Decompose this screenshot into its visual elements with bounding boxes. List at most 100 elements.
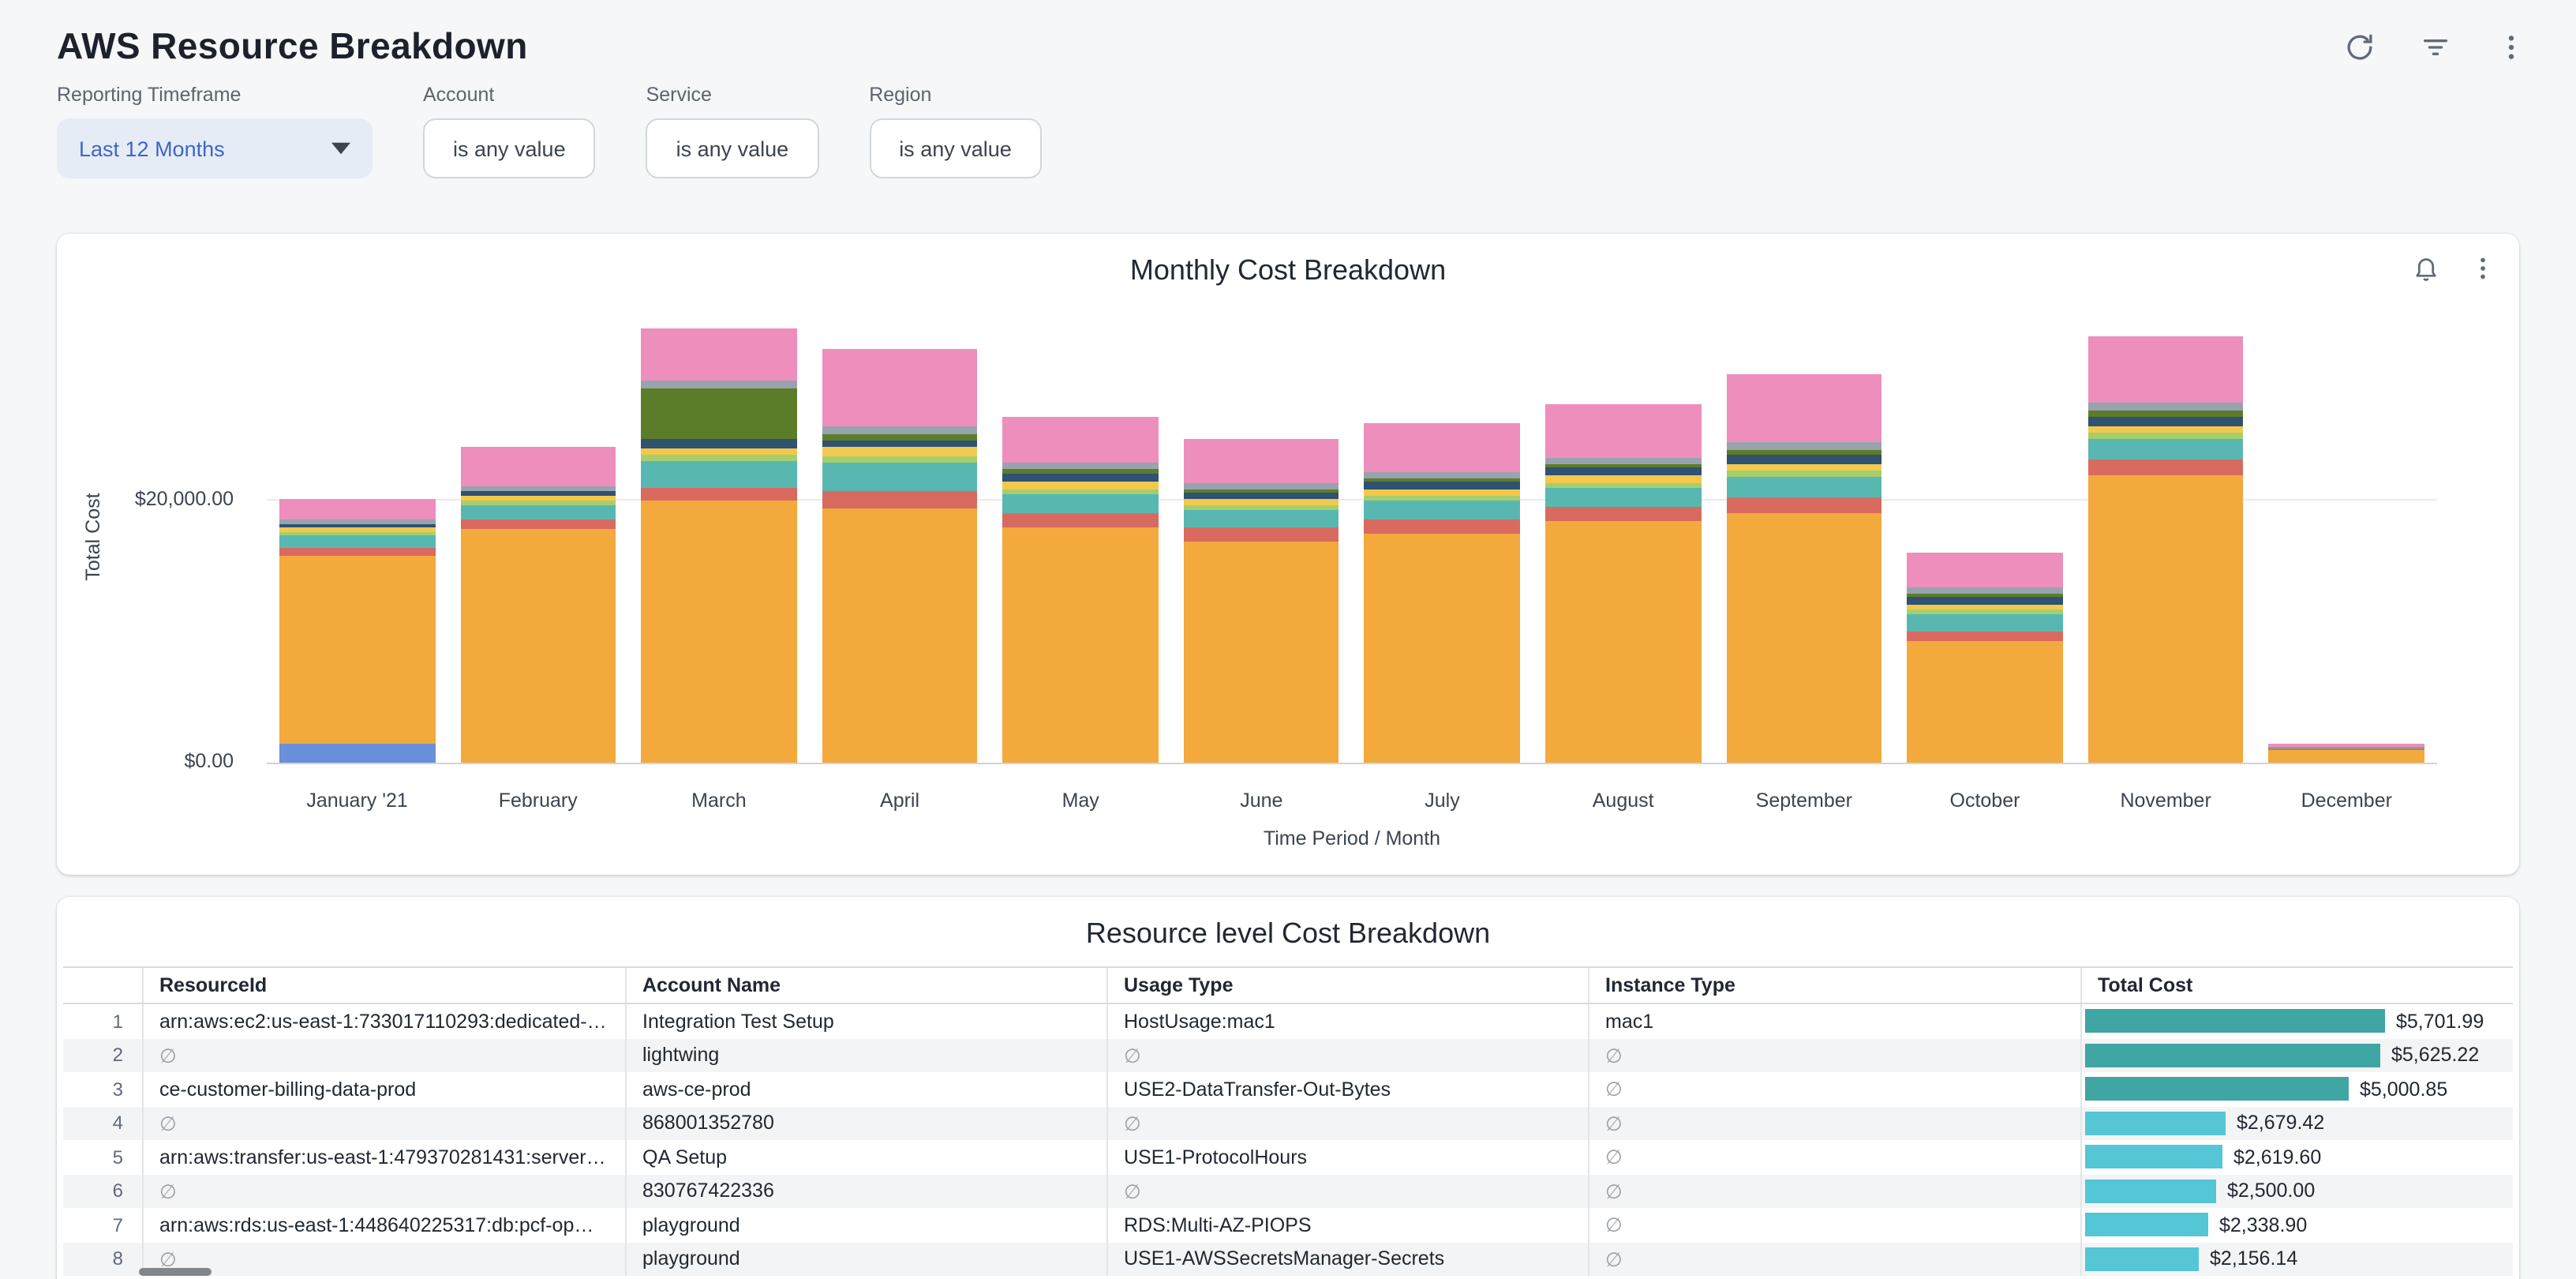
- total-cost-bar[interactable]: [2085, 1010, 2385, 1033]
- bar-segment-teal[interactable]: [2088, 439, 2244, 460]
- stacked-bar-1[interactable]: [279, 499, 435, 763]
- bar-segment-gray[interactable]: [822, 427, 978, 435]
- bar-segment-amber[interactable]: [1726, 512, 1881, 763]
- bar-segment-coral[interactable]: [1545, 507, 1701, 521]
- bar-segment-green[interactable]: [822, 456, 978, 462]
- cell-instance-type[interactable]: ∅: [1588, 1072, 2080, 1106]
- bar-segment-amber[interactable]: [1907, 641, 2062, 763]
- stacked-bar-9[interactable]: [1726, 375, 1881, 763]
- stacked-bar-11[interactable]: [2088, 336, 2244, 763]
- bar-segment-navy[interactable]: [641, 439, 796, 448]
- bar-segment-pink[interactable]: [1907, 553, 2062, 587]
- total-cost-bar[interactable]: [2085, 1180, 2216, 1203]
- service-filter-chip[interactable]: is any value: [646, 118, 819, 178]
- bar-segment-amber[interactable]: [2088, 475, 2244, 763]
- bar-segment-green[interactable]: [1726, 471, 1881, 477]
- cell-account-name[interactable]: aws-ce-prod: [625, 1072, 1106, 1106]
- filter-icon[interactable]: [2418, 29, 2453, 64]
- bar-segment-teal[interactable]: [279, 536, 435, 548]
- account-filter-chip[interactable]: is any value: [423, 118, 596, 178]
- bar-segment-pink[interactable]: [460, 447, 616, 486]
- bar-segment-teal[interactable]: [822, 463, 978, 492]
- bar-segment-teal[interactable]: [1184, 510, 1339, 528]
- cell-account-name[interactable]: playground: [625, 1242, 1106, 1276]
- cell-instance-type[interactable]: ∅: [1588, 1242, 2080, 1276]
- bar-segment-navy[interactable]: [2088, 416, 2244, 426]
- cell-resource-id[interactable]: ∅: [142, 1106, 625, 1140]
- bar-segment-amber[interactable]: [1003, 528, 1159, 763]
- stacked-bar-3[interactable]: [641, 329, 796, 763]
- bar-segment-green[interactable]: [1907, 609, 2062, 615]
- bar-segment-pink[interactable]: [641, 329, 796, 381]
- bar-segment-gray[interactable]: [1726, 441, 1881, 449]
- bar-segment-coral[interactable]: [1726, 498, 1881, 512]
- bar-segment-yellow[interactable]: [822, 447, 978, 456]
- bar-segment-yellow[interactable]: [460, 496, 616, 501]
- bar-segment-yellow[interactable]: [1365, 489, 1520, 495]
- bar-segment-coral[interactable]: [2088, 459, 2244, 475]
- total-cost-bar[interactable]: [2085, 1044, 2380, 1067]
- cell-resource-id[interactable]: ce-customer-billing-data-prod: [142, 1072, 625, 1106]
- bar-segment-teal[interactable]: [460, 504, 616, 519]
- bar-segment-amber[interactable]: [1184, 541, 1339, 763]
- bar-segment-pink[interactable]: [822, 348, 978, 427]
- bar-segment-coral[interactable]: [1003, 514, 1159, 528]
- bar-segment-gray[interactable]: [1003, 463, 1159, 469]
- cell-account-name[interactable]: 868001352780: [625, 1106, 1106, 1140]
- timeframe-select[interactable]: Last 12 Months: [57, 118, 373, 178]
- cell-usage-type[interactable]: ∅: [1106, 1106, 1588, 1140]
- cell-instance-type[interactable]: ∅: [1588, 1140, 2080, 1174]
- bar-segment-coral[interactable]: [1184, 528, 1339, 542]
- total-cost-bar[interactable]: [2085, 1078, 2349, 1101]
- col-usage-type[interactable]: Usage Type: [1106, 968, 1588, 1003]
- bar-segment-green[interactable]: [2088, 432, 2244, 438]
- bar-segment-yellow[interactable]: [1184, 499, 1339, 504]
- cell-resource-id[interactable]: arn:aws:transfer:us-east-1:479370281431:…: [142, 1140, 625, 1174]
- cell-account-name[interactable]: QA Setup: [625, 1140, 1106, 1174]
- stacked-bar-8[interactable]: [1545, 403, 1701, 763]
- bar-segment-olive[interactable]: [641, 389, 796, 439]
- stacked-bar-6[interactable]: [1184, 439, 1339, 763]
- bar-segment-gray[interactable]: [279, 519, 435, 524]
- cell-usage-type[interactable]: HostUsage:mac1: [1106, 1004, 1588, 1038]
- bar-segment-gray[interactable]: [641, 381, 796, 389]
- refresh-icon[interactable]: [2342, 29, 2377, 64]
- col-total-cost[interactable]: Total Cost: [2080, 968, 2513, 1003]
- cell-resource-id[interactable]: ∅: [142, 1174, 625, 1208]
- bar-segment-teal[interactable]: [1003, 494, 1159, 514]
- alert-bell-icon[interactable]: [2409, 251, 2443, 286]
- cell-instance-type[interactable]: ∅: [1588, 1038, 2080, 1072]
- cell-resource-id[interactable]: arn:aws:ec2:us-east-1:733017110293:dedic…: [142, 1004, 625, 1038]
- bar-segment-olive[interactable]: [1726, 449, 1881, 455]
- bar-segment-pink[interactable]: [1726, 375, 1881, 442]
- cell-account-name[interactable]: playground: [625, 1208, 1106, 1242]
- bar-segment-coral[interactable]: [1907, 632, 2062, 641]
- total-cost-bar[interactable]: [2085, 1146, 2222, 1169]
- bar-segment-pink[interactable]: [1365, 423, 1520, 471]
- bar-segment-gray[interactable]: [2088, 403, 2244, 411]
- cell-instance-type[interactable]: ∅: [1588, 1106, 2080, 1140]
- bar-segment-amber[interactable]: [2269, 749, 2424, 763]
- bar-segment-navy[interactable]: [1726, 455, 1881, 464]
- bar-segment-coral[interactable]: [279, 548, 435, 556]
- bar-segment-green[interactable]: [1545, 482, 1701, 488]
- chart-more-icon[interactable]: [2466, 251, 2500, 286]
- cell-usage-type[interactable]: ∅: [1106, 1038, 1588, 1072]
- cell-resource-id[interactable]: arn:aws:rds:us-east-1:448640225317:db:pc…: [142, 1208, 625, 1242]
- cell-resource-id[interactable]: ∅: [142, 1242, 625, 1276]
- bar-segment-blue[interactable]: [279, 743, 435, 763]
- cell-usage-type[interactable]: ∅: [1106, 1174, 1588, 1208]
- bar-segment-teal[interactable]: [1726, 477, 1881, 498]
- total-cost-bar[interactable]: [2085, 1247, 2199, 1271]
- bar-segment-amber[interactable]: [1365, 533, 1520, 763]
- stacked-bar-5[interactable]: [1003, 417, 1159, 763]
- cell-instance-type[interactable]: ∅: [1588, 1208, 2080, 1242]
- bar-segment-navy[interactable]: [822, 440, 978, 446]
- cell-instance-type[interactable]: mac1: [1588, 1004, 2080, 1038]
- bar-segment-navy[interactable]: [1365, 482, 1520, 489]
- cell-account-name[interactable]: 830767422336: [625, 1174, 1106, 1208]
- bar-segment-yellow[interactable]: [641, 448, 796, 454]
- cell-account-name[interactable]: lightwing: [625, 1038, 1106, 1072]
- bar-segment-olive[interactable]: [1003, 469, 1159, 474]
- bar-segment-navy[interactable]: [1907, 598, 2062, 604]
